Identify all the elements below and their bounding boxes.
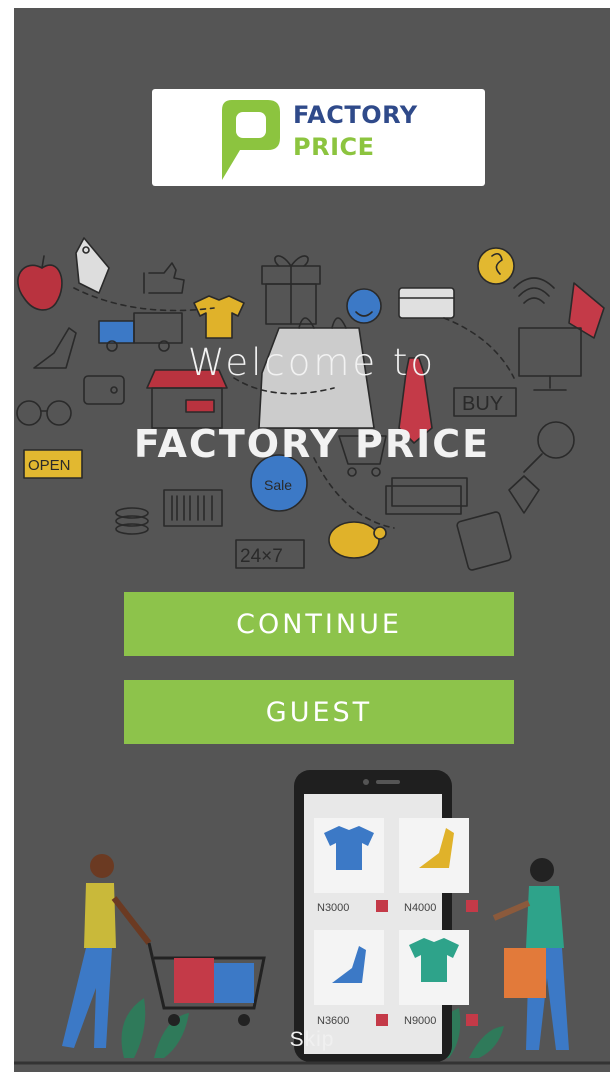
woman-with-bag-figure — [492, 858, 569, 1050]
shopping-illustration: N3000 N4000 N3600 N9000 — [14, 770, 610, 1065]
sale-badge-label: Sale — [264, 477, 292, 493]
red-tag-icon — [568, 282, 605, 339]
tshirt-icon — [193, 295, 245, 339]
apple-icon — [17, 255, 63, 311]
barcode-icon — [163, 489, 223, 527]
brand-title: FACTORY PRICE — [133, 422, 491, 466]
skip-link[interactable]: Skip — [14, 1028, 610, 1052]
product-price: N4000 — [404, 902, 436, 914]
smartphone-icon: N3000 N4000 N3600 N9000 — [294, 770, 478, 1062]
price-tag-icon — [75, 237, 110, 294]
add-to-cart-icon — [466, 1014, 478, 1026]
guest-button[interactable]: GUEST — [124, 680, 514, 744]
piggy-bank-icon — [328, 521, 387, 559]
product-price: N9000 — [404, 1015, 436, 1027]
calculator-icon — [456, 511, 512, 571]
buy-sign-label: BUY — [462, 393, 503, 415]
factory-price-logo: FACTORY PRICE — [152, 89, 485, 186]
smiley-icon — [346, 288, 382, 324]
thumbs-up-icon — [143, 262, 185, 294]
dollar-coin-icon — [477, 247, 515, 285]
man-with-cart-figure — [62, 854, 266, 1048]
cash-stack-icon — [385, 477, 468, 515]
wifi-icon — [513, 277, 555, 304]
hours-sign-label: 24×7 — [240, 546, 283, 567]
hours-sign-icon: 24×7 — [235, 539, 305, 569]
product-price: N3600 — [317, 1015, 349, 1027]
logo-text-factory: FACTORY — [293, 101, 418, 129]
coins-stack-icon — [115, 507, 149, 535]
shopping-bag-icon — [504, 948, 546, 998]
add-to-cart-icon — [376, 1014, 388, 1026]
credit-card-icon — [398, 287, 455, 319]
buy-sign-icon: BUY — [453, 387, 517, 417]
product-price: N3000 — [317, 902, 349, 914]
speech-bubble-p-icon — [222, 100, 280, 180]
diamond-icon — [508, 475, 540, 514]
add-to-cart-icon — [376, 900, 388, 912]
gift-box-icon — [261, 255, 321, 325]
shopping-doodles-background: OPEN BUY Sale 24×7 — [16, 237, 605, 571]
welcome-screen: OPEN BUY Sale 24×7 FACTORY PRICE Welcome… — [14, 8, 610, 1072]
continue-button[interactable]: CONTINUE — [124, 592, 514, 656]
welcome-heading: Welcome to — [187, 341, 437, 384]
add-to-cart-icon — [466, 900, 478, 912]
logo-text-price: PRICE — [293, 133, 375, 161]
